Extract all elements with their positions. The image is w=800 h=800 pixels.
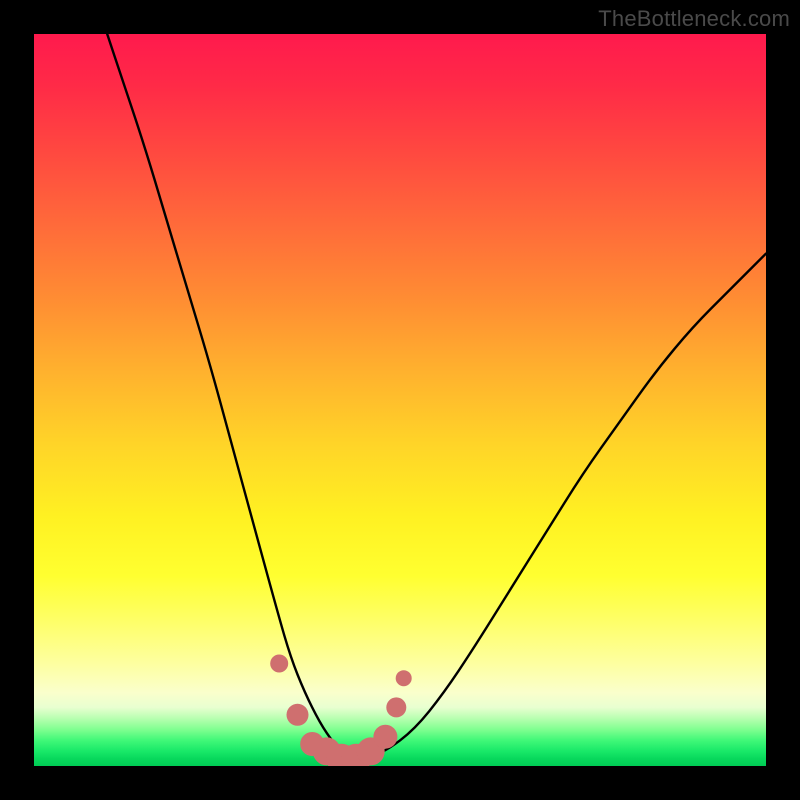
watermark-text: TheBottleneck.com <box>598 6 790 32</box>
chart-frame: TheBottleneck.com <box>0 0 800 800</box>
marker-dot <box>396 670 412 686</box>
marker-dot <box>386 697 406 717</box>
highlighted-points <box>270 655 412 767</box>
marker-dot <box>270 655 288 673</box>
curve-layer <box>34 34 766 766</box>
marker-dot <box>373 725 397 749</box>
plot-area <box>34 34 766 766</box>
bottleneck-curve <box>107 34 766 759</box>
marker-dot <box>287 704 309 726</box>
